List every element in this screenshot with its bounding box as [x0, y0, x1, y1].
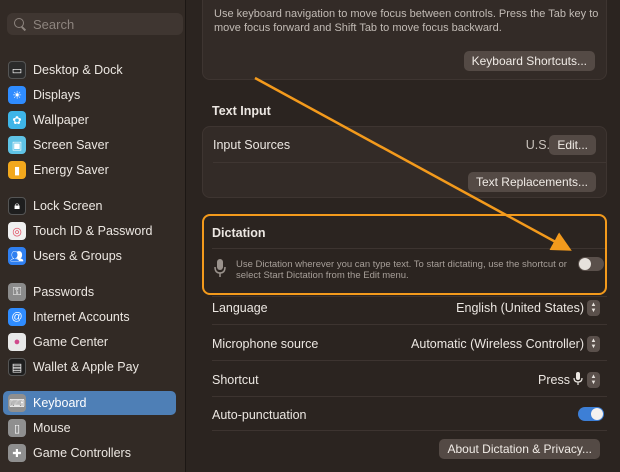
search-input[interactable]: Search: [7, 13, 183, 35]
gamepad-icon: ✚: [8, 444, 26, 462]
search-placeholder: Search: [33, 16, 75, 32]
sidebar-item-label: Desktop & Dock: [33, 63, 123, 77]
dock-icon: ▭: [8, 61, 26, 79]
text-replacements-button[interactable]: Text Replacements...: [467, 172, 596, 192]
flower-icon: ✿: [8, 111, 26, 129]
auto-punctuation-toggle[interactable]: [578, 407, 604, 421]
at-icon: @: [8, 308, 26, 326]
text-input-group: Input Sources U.S. Edit... Text Replacem…: [202, 126, 607, 198]
microphone-shortcut-icon: [573, 371, 583, 387]
sidebar-item-label: Users & Groups: [33, 249, 122, 263]
sidebar-item-game-center[interactable]: ● Game Center: [3, 330, 176, 354]
sidebar-item-wallet[interactable]: ▤ Wallet & Apple Pay: [3, 355, 176, 379]
sidebar-item-screen-saver[interactable]: ▣ Screen Saver: [3, 133, 176, 157]
sun-icon: ☀: [8, 86, 26, 104]
sidebar-item-label: Energy Saver: [33, 163, 109, 177]
sidebar-item-label: Screen Saver: [33, 138, 109, 152]
divider: [212, 430, 607, 431]
divider: [213, 162, 606, 163]
sidebar-item-users-groups[interactable]: 👥︎ Users & Groups: [3, 244, 176, 268]
sidebar-item-displays[interactable]: ☀ Displays: [3, 83, 176, 107]
keyboard-navigation-hint: Use keyboard navigation to move focus be…: [214, 8, 599, 34]
sidebar-item-game-controllers[interactable]: ✚ Game Controllers: [3, 441, 176, 465]
sidebar-item-label: Displays: [33, 88, 81, 102]
sidebar-item-label: Touch ID & Password: [33, 224, 153, 238]
edit-input-sources-button[interactable]: Edit...: [549, 135, 596, 155]
sidebar-item-lock-screen[interactable]: 🔒︎ Lock Screen: [3, 194, 176, 218]
sidebar-item-label: Game Controllers: [33, 446, 131, 460]
wallet-icon: ▤: [8, 358, 26, 376]
shortcut-label: Shortcut: [212, 373, 259, 387]
sidebar-item-energy-saver[interactable]: ▮ Energy Saver: [3, 158, 176, 182]
game-center-icon: ●: [8, 333, 26, 351]
sidebar-item-label: Passwords: [33, 285, 95, 299]
mouse-icon: ▯: [8, 419, 26, 437]
shortcut-stepper-icon[interactable]: ▲ ▼: [587, 372, 600, 388]
lock-icon: 🔒︎: [8, 197, 26, 215]
language-value[interactable]: English (United States): [456, 301, 584, 315]
sidebar-item-touch-id[interactable]: ◎ Touch ID & Password: [3, 219, 176, 243]
text-input-title: Text Input: [212, 104, 271, 118]
language-stepper-icon[interactable]: ▲ ▼: [587, 300, 600, 316]
sidebar-item-desktop-dock[interactable]: ▭ Desktop & Dock: [3, 58, 176, 82]
microphone-source-value[interactable]: Automatic (Wireless Controller): [411, 337, 584, 351]
divider: [212, 296, 607, 297]
divider: [212, 324, 607, 325]
keyboard-icon: ⌨: [8, 394, 26, 412]
key-icon: ⚿: [8, 283, 26, 301]
sidebar-item-label: Wallpaper: [33, 113, 89, 127]
sidebar-item-label: Internet Accounts: [33, 310, 130, 324]
sidebar-item-wallpaper[interactable]: ✿ Wallpaper: [3, 108, 176, 132]
language-label: Language: [212, 301, 268, 315]
keyboard-shortcuts-button[interactable]: Keyboard Shortcuts...: [463, 51, 595, 71]
shortcut-value[interactable]: Press: [538, 373, 570, 387]
users-icon: 👥︎: [8, 247, 26, 265]
input-sources-label: Input Sources: [213, 138, 291, 152]
microphone-stepper-icon[interactable]: ▲ ▼: [587, 336, 600, 352]
sidebar-item-label: Game Center: [33, 335, 109, 349]
annotation-highlight-box: [202, 214, 607, 295]
auto-punctuation-label: Auto-punctuation: [212, 408, 307, 422]
about-dictation-privacy-button[interactable]: About Dictation & Privacy...: [439, 439, 600, 459]
sidebar-item-label: Keyboard: [33, 396, 87, 410]
sidebar-item-label: Mouse: [33, 421, 71, 435]
sidebar-item-passwords[interactable]: ⚿ Passwords: [3, 280, 176, 304]
input-sources-value: U.S.: [525, 138, 550, 152]
fingerprint-icon: ◎: [8, 222, 26, 240]
sidebar-item-label: Wallet & Apple Pay: [33, 360, 139, 374]
sidebar-item-mouse[interactable]: ▯ Mouse: [3, 416, 176, 440]
microphone-source-label: Microphone source: [212, 337, 319, 351]
divider: [212, 360, 607, 361]
sidebar: Search ▭ Desktop & Dock ☀ Displays ✿ Wal…: [0, 0, 186, 472]
screensaver-icon: ▣: [8, 136, 26, 154]
battery-icon: ▮: [8, 161, 26, 179]
search-icon: [13, 17, 27, 31]
sidebar-item-internet-accounts[interactable]: @ Internet Accounts: [3, 305, 176, 329]
divider: [212, 396, 607, 397]
keyboard-navigation-group: Use keyboard navigation to move focus be…: [202, 0, 607, 80]
sidebar-item-label: Lock Screen: [33, 199, 103, 213]
sidebar-item-keyboard[interactable]: ⌨ Keyboard: [3, 391, 176, 415]
toggle-knob: [591, 408, 603, 420]
